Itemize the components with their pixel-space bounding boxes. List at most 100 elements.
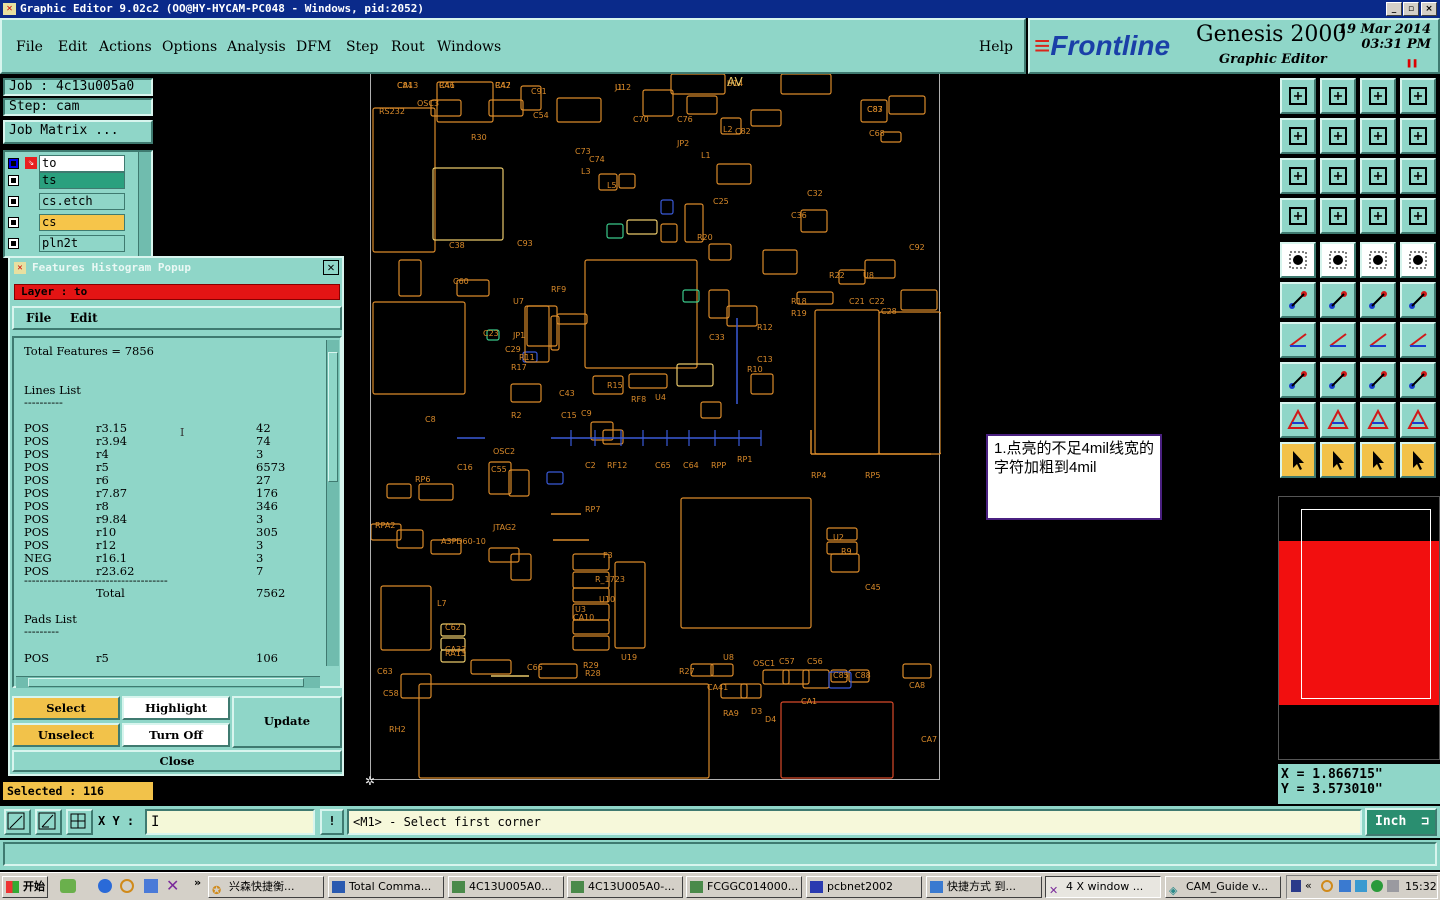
move-left-icon[interactable] bbox=[1280, 118, 1316, 154]
menu-file[interactable]: File bbox=[16, 39, 43, 55]
triangle2-icon[interactable] bbox=[1320, 402, 1356, 438]
menu-options[interactable]: Options bbox=[162, 39, 217, 55]
xy-input[interactable] bbox=[145, 809, 315, 835]
menu-edit[interactable]: Edit bbox=[58, 39, 87, 55]
menu-help[interactable]: Help bbox=[979, 39, 1013, 55]
arc-icon[interactable] bbox=[1360, 322, 1396, 358]
layer-row-cs-etch[interactable]: cs.etch bbox=[5, 193, 125, 210]
layer-checkbox[interactable] bbox=[8, 175, 19, 186]
layers-red2-icon[interactable] bbox=[1400, 198, 1436, 234]
connect2-icon[interactable] bbox=[1400, 282, 1436, 318]
tray-icon-1[interactable] bbox=[1291, 880, 1301, 892]
ratio-icon[interactable] bbox=[1360, 158, 1396, 194]
vscroll-thumb[interactable] bbox=[328, 352, 338, 482]
rectangle-icon[interactable] bbox=[1320, 242, 1356, 278]
connect-icon[interactable] bbox=[1360, 282, 1396, 318]
menu-rout[interactable]: Rout bbox=[391, 39, 425, 55]
triangle4-icon[interactable] bbox=[1400, 402, 1436, 438]
job-matrix-button[interactable]: Job Matrix ... bbox=[3, 120, 153, 144]
cross-icon[interactable] bbox=[1320, 282, 1356, 318]
hscroll-thumb[interactable] bbox=[28, 678, 304, 687]
pcb-drawing[interactable]: C84 C46 C47 U12 U14C83RS232OSC3R30C91C54 C70 C… bbox=[370, 73, 942, 780]
triangle3-icon[interactable] bbox=[1360, 402, 1396, 438]
menu-step[interactable]: Step bbox=[346, 39, 378, 55]
slash-icon[interactable] bbox=[1320, 322, 1356, 358]
alert-icon[interactable]: ! bbox=[320, 809, 344, 835]
layer-checkbox[interactable] bbox=[8, 158, 19, 169]
close-button[interactable]: Close bbox=[12, 750, 342, 772]
layer-row-ts[interactable]: ts bbox=[5, 172, 125, 189]
task-button[interactable]: ✪ 兴森快捷衡... bbox=[208, 876, 324, 898]
task-button[interactable]: 4C13U005A0... bbox=[448, 876, 564, 898]
save-icon[interactable] bbox=[1320, 78, 1356, 114]
task-button[interactable]: FCGGC014000... bbox=[686, 876, 802, 898]
popup-title-bar[interactable]: ✕ Features Histogram Popup ✕ bbox=[10, 258, 342, 278]
measure-icon[interactable] bbox=[35, 809, 62, 835]
select-button[interactable]: Select bbox=[12, 696, 120, 720]
units-selector[interactable]: Inch ⊐ bbox=[1365, 808, 1437, 836]
layer-checkbox[interactable] bbox=[8, 217, 19, 228]
popup-menu-file[interactable]: File bbox=[26, 311, 51, 325]
move-right-icon[interactable] bbox=[1320, 118, 1356, 154]
task-button[interactable]: ◈ CAM_Guide v... bbox=[1165, 876, 1281, 898]
tray-icon-2[interactable] bbox=[1321, 880, 1333, 892]
shift-icon[interactable] bbox=[1400, 322, 1436, 358]
dimension-icon[interactable] bbox=[1360, 362, 1396, 398]
task-button-active[interactable]: ✕ 4 X window ... bbox=[1045, 876, 1161, 898]
snap-lines-icon[interactable] bbox=[1400, 118, 1436, 154]
window-title-bar[interactable]: ✕ Graphic Editor 9.02c2 (OO@HY-HYCAM-PC0… bbox=[0, 0, 1440, 18]
minus-icon[interactable] bbox=[1320, 362, 1356, 398]
tray-icon-5[interactable] bbox=[1371, 880, 1383, 892]
start-button[interactable]: 开始 bbox=[2, 876, 48, 898]
task-button[interactable]: pcbnet2002 bbox=[806, 876, 922, 898]
graphic-canvas[interactable]: C84 C46 C47 U12 U14 C83 RS232 OSC3 R30 C91 C54 C70 C… bbox=[370, 73, 942, 780]
popup-menu-edit[interactable]: Edit bbox=[70, 311, 98, 325]
turn-off-button[interactable]: Turn Off bbox=[122, 723, 230, 747]
layer-checkbox[interactable] bbox=[8, 196, 19, 207]
highlight-button[interactable]: Highlight bbox=[122, 696, 230, 720]
fit-icon[interactable] bbox=[1280, 158, 1316, 194]
panel-icon[interactable] bbox=[1400, 78, 1436, 114]
layer-list-scrollbar[interactable] bbox=[138, 152, 151, 256]
clock-app-icon[interactable] bbox=[120, 879, 134, 893]
tray-expand-icon[interactable]: « bbox=[1305, 879, 1312, 892]
round-pad-icon[interactable] bbox=[1400, 242, 1436, 278]
route-icon[interactable] bbox=[1400, 442, 1436, 478]
layer-row-to[interactable]: ⇘ to bbox=[5, 155, 125, 172]
maximize-button[interactable]: ▫ bbox=[1403, 2, 1419, 16]
histogram-hscroll[interactable] bbox=[16, 676, 320, 688]
triangle-icon[interactable] bbox=[1280, 402, 1316, 438]
menu-analysis[interactable]: Analysis bbox=[227, 39, 286, 55]
angle-icon[interactable] bbox=[1280, 322, 1316, 358]
menu-dfm[interactable]: DFM bbox=[296, 39, 331, 55]
grid-icon[interactable] bbox=[66, 809, 93, 835]
layer-row-pln2t[interactable]: pln2t bbox=[5, 235, 125, 252]
ruler-icon[interactable] bbox=[1360, 242, 1396, 278]
net-icon[interactable] bbox=[1280, 282, 1316, 318]
close-window-button[interactable]: × bbox=[1421, 2, 1437, 16]
quicklaunch-icon-2[interactable] bbox=[144, 879, 158, 893]
quicklaunch-icon-1[interactable] bbox=[60, 879, 76, 893]
update-button[interactable]: Update bbox=[232, 696, 342, 748]
unselect-button[interactable]: Unselect bbox=[12, 723, 120, 747]
center-icon[interactable] bbox=[1320, 158, 1356, 194]
overview-view-box[interactable] bbox=[1301, 509, 1431, 699]
menu-windows[interactable]: Windows bbox=[437, 39, 501, 55]
swap-icon[interactable] bbox=[1360, 118, 1396, 154]
pointer-box2-icon[interactable] bbox=[1360, 442, 1396, 478]
pointer-box-icon[interactable] bbox=[1320, 442, 1356, 478]
home-icon[interactable] bbox=[1360, 78, 1396, 114]
pointer-icon[interactable] bbox=[1280, 442, 1316, 478]
layer-row-cs[interactable]: cs bbox=[5, 214, 125, 231]
pad-select-icon[interactable] bbox=[1280, 242, 1316, 278]
open-icon[interactable] bbox=[1280, 78, 1316, 114]
task-button[interactable]: 快捷方式 到... bbox=[926, 876, 1042, 898]
task-button[interactable]: 4C13U005A0-... bbox=[567, 876, 683, 898]
overview-window[interactable] bbox=[1278, 496, 1440, 760]
minimize-button[interactable]: _ bbox=[1386, 2, 1402, 16]
tray-icon-6[interactable] bbox=[1387, 880, 1399, 892]
task-button[interactable]: Total Comma... bbox=[328, 876, 444, 898]
layers-red-icon[interactable] bbox=[1360, 198, 1396, 234]
cluster-icon[interactable] bbox=[1400, 362, 1436, 398]
menu-actions[interactable]: Actions bbox=[99, 39, 152, 55]
